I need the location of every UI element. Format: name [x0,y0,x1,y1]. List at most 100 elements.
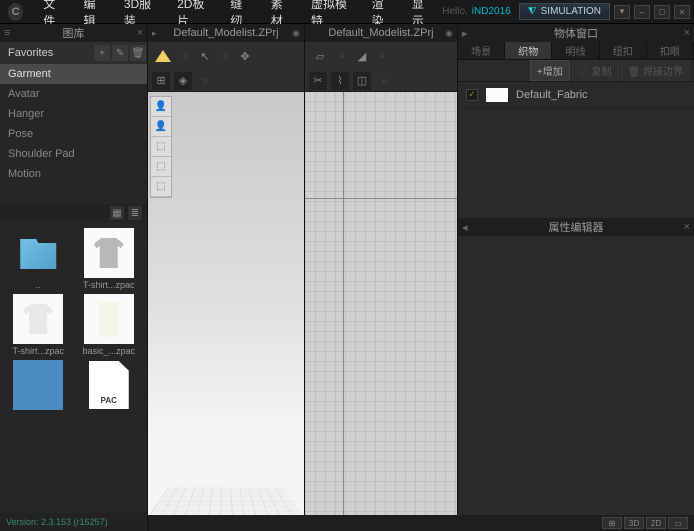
seam-tool[interactable]: ⌇ [331,72,349,90]
panel-close-icon[interactable]: × [684,221,690,233]
edit-pattern-tool[interactable]: ◢ [353,47,371,65]
version-text: Version: 2.3.153 (r16257) [0,513,147,531]
tool-sep: » [373,47,391,65]
viewport-3d-canvas[interactable]: 👤 👤 ⬚ ⬚ ⬚ [148,92,304,517]
tool-more[interactable]: » [375,72,393,90]
viewport-3d-toolbar-1: » ↖ » ✥ [148,42,304,70]
app-logo-icon[interactable]: C [8,3,23,21]
thumb-label: T-shirt...zpac [12,346,64,356]
simulation-button[interactable]: ⧨ SIMULATION [519,3,610,20]
category-pose[interactable]: Pose [0,124,147,144]
fabric-swatch[interactable] [486,88,508,102]
property-editor-header: ◂ 属性编辑器 × [458,218,694,236]
collapse-icon[interactable]: ◂ [462,221,468,234]
dropdown-button[interactable]: ▾ [614,5,630,19]
tab-button[interactable]: 纽扣 [600,42,647,59]
select-tool[interactable]: ↖ [196,47,214,65]
viewport-3d-header: ▸ Default_Modelist.ZPrj ◉ [148,24,304,42]
fold-tool[interactable]: ◈ [174,72,192,90]
status-2d[interactable]: 2D [646,517,666,529]
simulation-label: SIMULATION [541,6,601,17]
tab-fabric[interactable]: 织物 [505,42,552,59]
delete-fabric-button[interactable]: 🗑 焊接边界 [621,60,690,81]
status-bar: ⊞ 3D 2D ▭ [148,515,694,531]
category-hanger[interactable]: Hanger [0,104,147,124]
category-shoulderpad[interactable]: Shoulder Pad [0,144,147,164]
collapse-icon[interactable]: ≡ [4,27,10,39]
arrange-tool[interactable]: ⊞ [152,72,170,90]
fabric-list-item[interactable]: ✓ Default_Fabric [458,82,694,108]
collapse-icon[interactable]: ▸ [462,27,468,40]
avatar-slot-1[interactable]: 👤 [151,97,171,117]
edit-favorite-button[interactable]: ✎ [112,45,128,61]
thumb-pants[interactable]: basic_...zpac [77,294,142,356]
viewport-3d-title: Default_Modelist.ZPrj [173,27,278,39]
simulate-tool[interactable] [152,45,174,67]
viewport-2d-canvas[interactable] [305,92,457,517]
tab-scene[interactable]: 场景 [458,42,505,59]
thumb-label: .. [36,280,41,290]
copy-fabric-button[interactable]: ⿻ 复制 [572,60,619,81]
category-garment[interactable]: Garment [0,64,147,84]
file-icon: PAC [89,361,129,409]
panel-arrow-icon[interactable]: ▸ [152,28,157,39]
property-editor-body [458,346,694,531]
thumb-folder-up[interactable]: .. [6,228,71,290]
thumb-tshirt-1[interactable]: T-shirt...zpac [77,228,142,290]
object-panel-title: 物体窗口 [554,25,598,41]
tshirt-icon [23,304,53,334]
pants-icon [99,302,119,337]
thumb-tshirt-2[interactable]: T-shirt...zpac [6,294,71,356]
tab-buttonhole[interactable]: 扣眼 [647,42,694,59]
category-avatar[interactable]: Avatar [0,84,147,104]
property-editor-title: 属性编辑器 [549,219,604,235]
category-motion[interactable]: Motion [0,164,147,184]
thumb-label: basic_...zpac [82,346,135,356]
delete-favorite-button[interactable]: 🗑 [130,45,146,61]
fabric-checkbox[interactable]: ✓ [466,89,478,101]
move-tool[interactable]: ✥ [236,47,254,65]
avatar-slot-3[interactable]: ⬚ [151,137,171,157]
library-panel: ≡ 图库 × Favorites + ✎ 🗑 Garment Avatar Ha… [0,24,148,531]
favorites-row: Favorites + ✎ 🗑 [0,42,147,64]
thumbnail-area: .. T-shirt...zpac T-shirt...zpac basic_.… [0,222,147,513]
tool-sep: » [176,47,194,65]
status-layout-1[interactable]: ⊞ [602,517,622,529]
viewport-2d: Default_Modelist.ZPrj ◉ ▱ » ◢ » ✂ ⌇ ◫ » [305,24,458,531]
pattern-select-tool[interactable]: ▱ [309,45,331,67]
object-toolbar: +增加 ⿻ 复制 🗑 焊接边界 [458,60,694,82]
thumb-view-button[interactable]: ▦ [110,206,124,220]
library-title: 图库 [63,25,85,41]
pin-icon[interactable]: ◉ [292,28,300,39]
username-text[interactable]: iND2016 [472,6,511,17]
maximize-button[interactable]: □ [654,5,670,19]
avatar-slot-5[interactable]: ⬚ [151,177,171,197]
avatar-slot-4[interactable]: ⬚ [151,157,171,177]
tool-more[interactable]: » [196,72,214,90]
close-button[interactable]: × [674,5,690,19]
object-panel-header: ▸ 物体窗口 × [458,24,694,42]
status-layout-2[interactable]: ▭ [668,517,688,529]
library-header: ≡ 图库 × [0,24,147,42]
pin-icon[interactable]: ◉ [445,28,453,39]
tab-topstitch[interactable]: 明线 [552,42,599,59]
fabric-swatch-icon [13,360,63,410]
simulation-icon: ⧨ [528,6,537,17]
avatar-toolstrip: 👤 👤 ⬚ ⬚ ⬚ [150,96,172,198]
sewing-tool[interactable]: ✂ [309,72,327,90]
thumb-fabric[interactable] [6,360,71,412]
thumb-label: T-shirt...zpac [83,280,135,290]
trace-tool[interactable]: ◫ [353,72,371,90]
status-3d[interactable]: 3D [624,517,644,529]
minimize-button[interactable]: – [634,5,650,19]
add-fabric-button[interactable]: +增加 [530,60,570,81]
thumb-pac-file[interactable]: PAC [77,360,142,412]
avatar-slot-2[interactable]: 👤 [151,117,171,137]
viewport-2d-title: Default_Modelist.ZPrj [328,27,433,39]
panel-close-icon[interactable]: × [684,27,690,39]
right-panel: ▸ 物体窗口 × 场景 织物 明线 纽扣 扣眼 +增加 ⿻ 复制 🗑 焊接边界 … [458,24,694,531]
list-view-button[interactable]: ≣ [128,206,142,220]
tool-sep: » [333,47,351,65]
add-favorite-button[interactable]: + [94,45,110,61]
panel-close-icon[interactable]: × [137,27,143,39]
